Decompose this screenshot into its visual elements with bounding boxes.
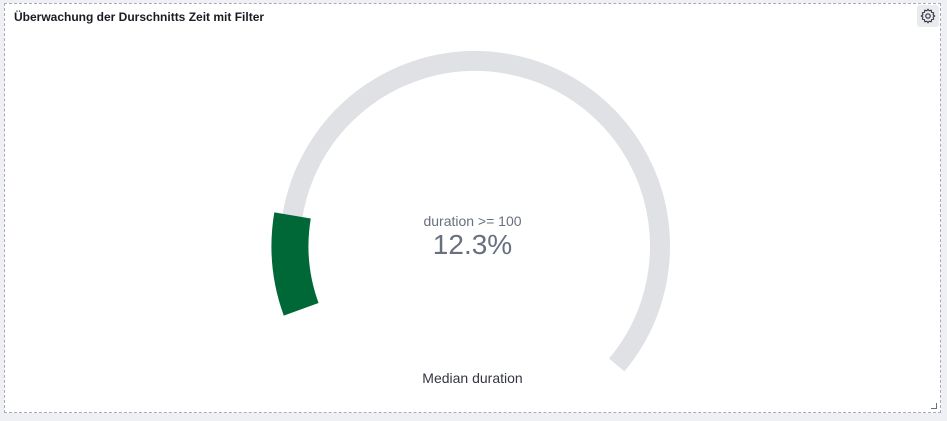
visualization-panel: Überwachung der Durschnitts Zeit mit Fil… [4,3,941,413]
gauge-chart [271,51,670,372]
gauge-sublabel: duration >= 100 [423,213,522,229]
gauge-label: Median duration [422,370,523,386]
resize-handle-icon[interactable] [931,403,937,409]
gauge-value: 12.3% [432,229,513,260]
